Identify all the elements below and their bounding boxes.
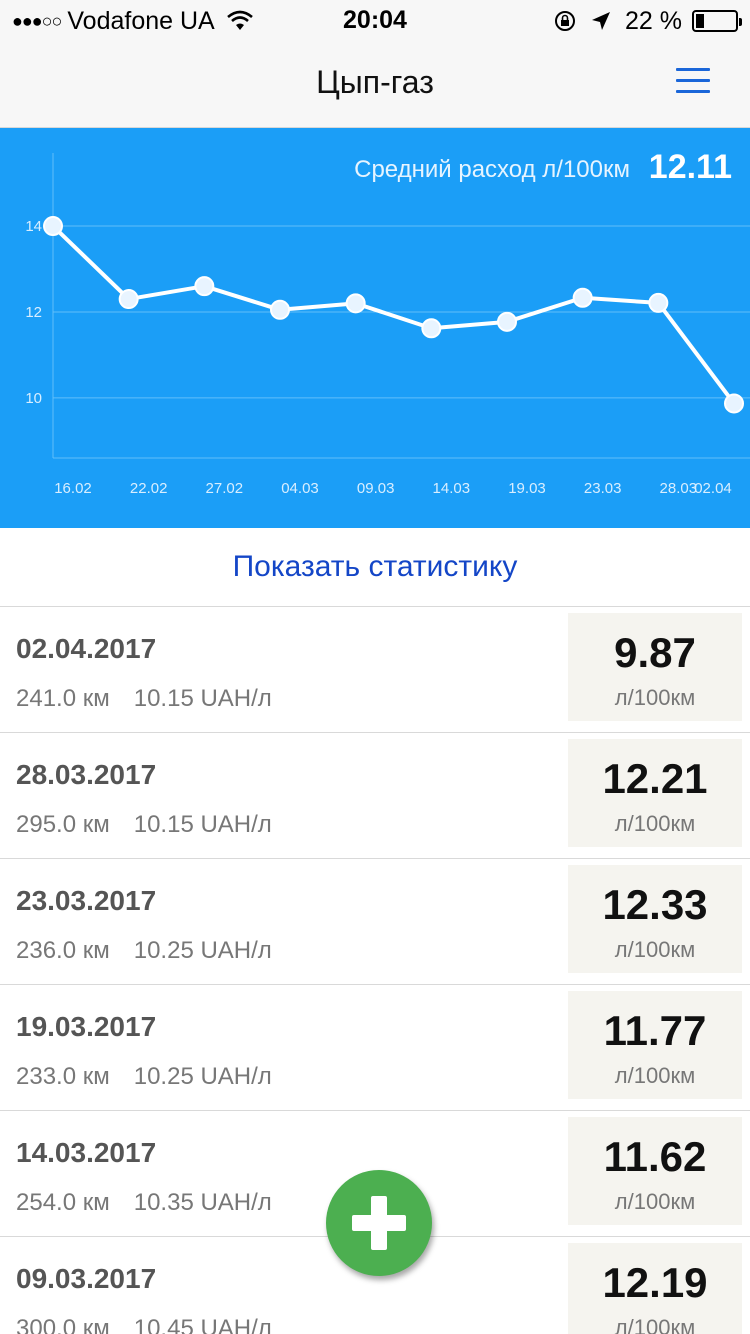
consumption-unit: л/100км (614, 937, 696, 962)
entry-date: 09.03.2017 (16, 1263, 157, 1294)
x-tick-label: 16.02 (54, 480, 92, 497)
list-item[interactable]: 28.03.2017 295.0 км 10.15 UAH/л 12.21 л/100к… (0, 732, 750, 858)
consumption-unit: л/100км (614, 1315, 696, 1334)
x-tick-label: 28.03 (660, 480, 698, 497)
entry-distance: 254.0 км (16, 1189, 110, 1216)
consumption-value: 11.62 (603, 1133, 707, 1180)
average-consumption-value: 12.11 (648, 148, 732, 186)
consumption-box: 12.33 л/100км (568, 865, 742, 973)
list-item[interactable]: 02.04.2017 241.0 км 10.15 UAH/л 9.87 л/100км (0, 606, 750, 732)
consumption-box: 11.77 л/100км (568, 991, 742, 1099)
entry-distance: 236.0 км (16, 937, 110, 964)
entry-details: 236.0 км 10.25 UAH/л (16, 937, 296, 965)
status-bar: ●●●○○ Vodafone UA 20:04 22 % (0, 0, 750, 40)
x-tick-label: 27.02 (206, 480, 244, 497)
consumption-box: 12.21 л/100км (568, 739, 742, 847)
data-point (43, 216, 63, 237)
data-point (497, 311, 517, 332)
consumption-box: 9.87 л/100км (568, 613, 742, 721)
chart-svg: 10 12 14 16.02 22.02 27.02 04.03 09.03 14.03 19.0… (25, 153, 750, 497)
data-point (572, 287, 593, 308)
entry-date: 28.03.2017 (16, 759, 157, 790)
navigation-bar: Цып-газ (0, 40, 750, 128)
rotation-lock-icon (555, 11, 576, 31)
y-tick-label: 10 (25, 390, 42, 407)
data-point (724, 393, 744, 414)
data-point (421, 318, 442, 339)
consumption-unit: л/100км (614, 685, 696, 710)
y-tick-label: 12 (25, 304, 42, 321)
list-item[interactable]: 23.03.2017 236.0 км 10.25 UAH/л 12.33 л/100к… (0, 858, 750, 984)
data-point (194, 276, 215, 297)
entry-details: 241.0 км 10.15 UAH/л (16, 685, 296, 713)
entry-fuel-price: 10.25 UAH/л (133, 1063, 272, 1090)
data-point (648, 292, 669, 313)
add-entry-button[interactable] (326, 1170, 432, 1276)
entry-fuel-price: 10.15 UAH/л (133, 811, 272, 838)
battery-fill (696, 14, 705, 28)
entry-details: 295.0 км 10.15 UAH/л (16, 811, 296, 839)
list-item[interactable]: 19.03.2017 233.0 км 10.25 UAH/л 11.77 л/100к… (0, 984, 750, 1110)
average-consumption-label: Средний расход л/100км (354, 156, 630, 183)
consumption-value: 12.19 (602, 1259, 708, 1306)
entry-fuel-price: 10.25 UAH/л (133, 937, 272, 964)
x-tick-label: 19.03 (508, 480, 546, 497)
consumption-value: 11.77 (603, 1007, 707, 1054)
page-title: Цып-газ (316, 64, 434, 100)
plus-icon (352, 1215, 406, 1231)
entry-distance: 300.0 км (16, 1315, 110, 1334)
x-tick-label: 14.03 (433, 480, 471, 497)
hamburger-menu-icon[interactable] (676, 66, 712, 96)
status-right: 22 % (553, 6, 742, 36)
entry-date: 23.03.2017 (16, 885, 157, 916)
menu-line (676, 79, 710, 82)
series-line (51, 224, 736, 405)
consumption-unit: л/100км (614, 1189, 696, 1214)
entry-fuel-price: 10.45 UAH/л (133, 1315, 272, 1334)
consumption-box: 12.19 л/100км (568, 1243, 742, 1334)
entry-details: 300.0 км 10.45 UAH/л (16, 1315, 296, 1334)
entry-date: 19.03.2017 (16, 1011, 157, 1042)
x-tick-label: 02.04 (694, 480, 732, 497)
x-tick-label: 22.02 (130, 480, 168, 497)
battery-percent: 22 % (625, 6, 682, 35)
y-tick-label: 14 (25, 218, 42, 235)
consumption-unit: л/100км (614, 811, 696, 836)
consumption-box: 11.62 л/100км (568, 1117, 742, 1225)
show-statistics-link[interactable]: Показать статистику (0, 528, 750, 606)
entry-fuel-price: 10.35 UAH/л (133, 1189, 272, 1216)
consumption-value: 9.87 (614, 629, 696, 676)
x-tick-label: 09.03 (357, 480, 395, 497)
entry-details: 233.0 км 10.25 UAH/л (16, 1063, 296, 1091)
menu-line (676, 68, 710, 71)
entry-date: 14.03.2017 (16, 1137, 157, 1168)
data-point (270, 299, 290, 320)
entry-distance: 233.0 км (16, 1063, 110, 1090)
x-tick-label: 04.03 (281, 480, 319, 497)
consumption-value: 12.21 (602, 755, 708, 802)
entry-details: 254.0 км 10.35 UAH/л (16, 1189, 296, 1217)
entry-distance: 241.0 км (16, 685, 110, 712)
location-arrow-icon (592, 12, 611, 30)
battery-icon (692, 10, 742, 32)
consumption-value: 12.33 (602, 881, 708, 928)
data-point (118, 289, 139, 310)
x-tick-label: 23.03 (584, 480, 622, 497)
consumption-unit: л/100км (614, 1063, 696, 1088)
entry-distance: 295.0 км (16, 811, 110, 838)
entry-fuel-price: 10.15 UAH/л (133, 685, 272, 712)
consumption-chart: 10 12 14 16.02 22.02 27.02 04.03 09.03 14.03 19.0… (0, 128, 750, 528)
menu-line (676, 90, 710, 93)
data-point (345, 293, 366, 314)
entry-date: 02.04.2017 (16, 633, 157, 664)
